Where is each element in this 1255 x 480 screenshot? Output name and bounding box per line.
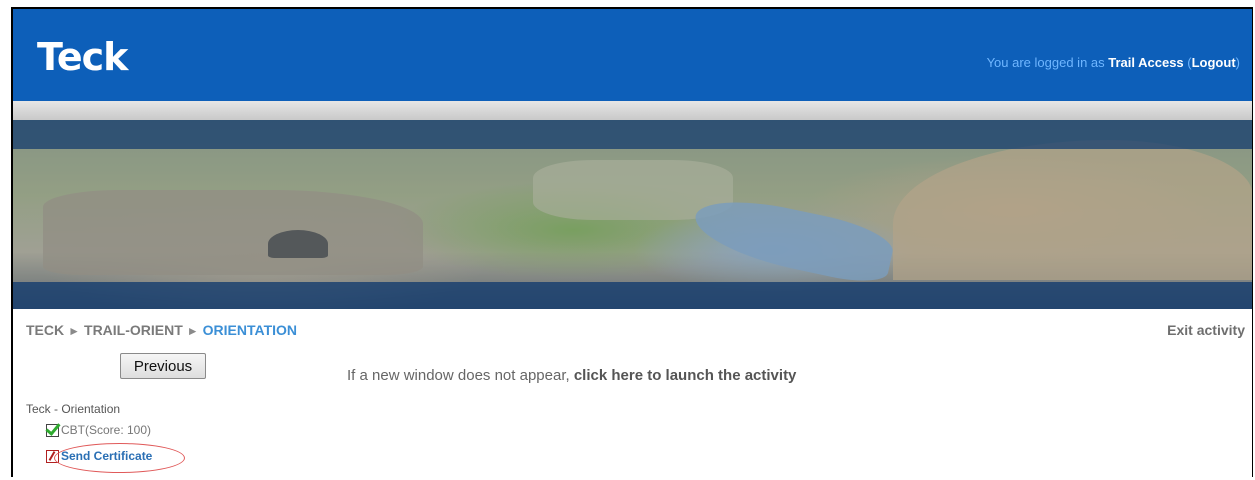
logout-close: ) xyxy=(1235,55,1240,70)
logout-open: ( xyxy=(1183,55,1192,70)
launch-prefix: If a new window does not appear, xyxy=(347,367,574,384)
breadcrumb-current: ORIENTATION xyxy=(202,322,298,338)
header-divider xyxy=(13,101,1252,120)
login-prefix: You are logged in as xyxy=(986,55,1109,70)
breadcrumb-trail-orient[interactable]: TRAIL-ORIENT xyxy=(84,322,183,338)
toc-item-label: CBT(Score: 100) xyxy=(61,423,152,437)
toc-item-send-certificate[interactable]: Send Certificate xyxy=(46,449,152,463)
checkbox-complete-icon xyxy=(46,423,59,437)
toc-title: Teck - Orientation xyxy=(26,402,121,416)
launch-message: If a new window does not appear, click h… xyxy=(347,367,796,384)
login-info: You are logged in as Trail Access (Logou… xyxy=(987,55,1240,70)
exit-activity-link[interactable]: Exit activity xyxy=(1167,322,1245,338)
banner-image xyxy=(13,120,1252,309)
banner-top-strip xyxy=(13,120,1252,149)
user-link[interactable]: Trail Access xyxy=(1108,55,1183,70)
logout-link[interactable]: Logout xyxy=(1192,55,1236,70)
breadcrumb: TECK ► TRAIL-ORIENT ► ORIENTATION xyxy=(26,322,297,338)
breadcrumb-separator-icon: ► xyxy=(186,324,199,338)
toc-item-label: Send Certificate xyxy=(61,449,153,463)
breadcrumb-separator-icon: ► xyxy=(68,324,81,338)
site-header: Teck You are logged in as Trail Access (… xyxy=(13,9,1252,101)
checkbox-incomplete-icon xyxy=(46,449,59,463)
previous-button[interactable]: Previous xyxy=(120,353,206,379)
teck-logo[interactable]: Teck xyxy=(37,35,128,79)
breadcrumb-teck[interactable]: TECK xyxy=(26,322,64,338)
page-frame: Teck You are logged in as Trail Access (… xyxy=(11,7,1253,477)
toc-item-cbt[interactable]: CBT(Score: 100) xyxy=(46,423,151,437)
launch-activity-link[interactable]: click here to launch the activity xyxy=(574,367,797,384)
banner-bottom-strip xyxy=(13,282,1252,309)
